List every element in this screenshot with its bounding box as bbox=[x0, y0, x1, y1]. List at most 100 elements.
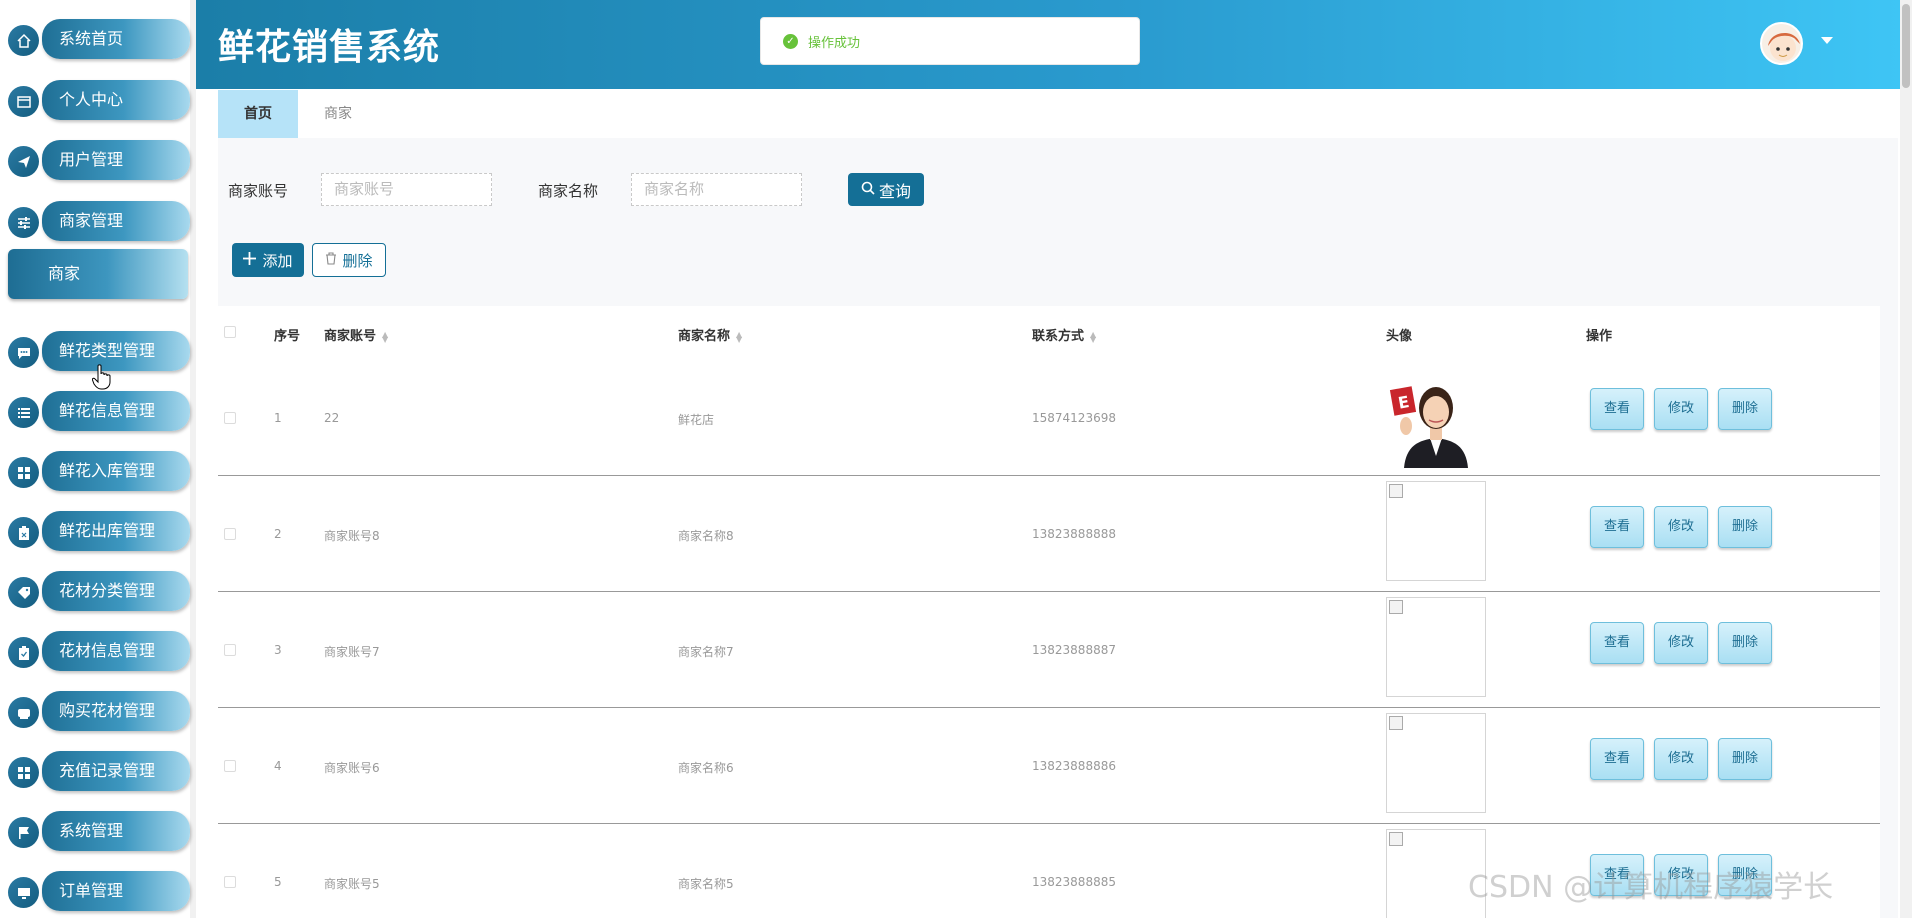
view-button[interactable]: 查看 bbox=[1590, 388, 1644, 430]
view-button[interactable]: 查看 bbox=[1590, 506, 1644, 548]
edit-button[interactable]: 修改 bbox=[1654, 506, 1708, 548]
cart-icon bbox=[8, 697, 39, 728]
sidebar-item-orders[interactable]: 订单管理 bbox=[8, 871, 190, 911]
sidebar-item-recharge[interactable]: 充值记录管理 bbox=[8, 751, 190, 791]
cell-name: 商家名称6 bbox=[678, 761, 734, 775]
sidebar-item-label: 鲜花入库管理 bbox=[42, 451, 190, 491]
tag-icon bbox=[8, 577, 39, 608]
col-index: 序号 bbox=[274, 329, 301, 344]
col-account[interactable]: 商家账号 ▲ ▼ bbox=[324, 325, 388, 344]
clipboard-check-icon bbox=[8, 637, 39, 668]
user-avatar[interactable] bbox=[1760, 22, 1803, 65]
view-button[interactable]: 查看 bbox=[1590, 738, 1644, 780]
sidebar-item-purchase[interactable]: 购买花材管理 bbox=[8, 691, 190, 731]
tab-merchant[interactable]: 商家 bbox=[324, 90, 352, 138]
add-button[interactable]: 添加 bbox=[232, 243, 304, 277]
edit-button[interactable]: 修改 bbox=[1654, 738, 1708, 780]
sidebar-item-label: 鲜花信息管理 bbox=[42, 391, 190, 431]
sidebar-item-label: 花材分类管理 bbox=[42, 571, 190, 611]
select-all-checkbox[interactable] bbox=[224, 326, 236, 338]
sidebar-item-label: 系统首页 bbox=[42, 19, 190, 59]
broken-image-icon bbox=[1389, 484, 1403, 498]
success-toast: ✓ 操作成功 bbox=[760, 17, 1140, 65]
sort-icon[interactable]: ▲ ▼ bbox=[1090, 330, 1096, 343]
chevron-down-icon[interactable] bbox=[1821, 37, 1833, 44]
watermark: CSDN @计算机程序猿学长 bbox=[1468, 870, 1834, 905]
cell-index: 1 bbox=[274, 411, 282, 425]
delete-button[interactable]: 删除 bbox=[1718, 738, 1772, 780]
row-checkbox[interactable] bbox=[224, 528, 236, 540]
cell-name: 商家名称8 bbox=[678, 529, 734, 543]
sidebar-item-label: 用户管理 bbox=[42, 140, 190, 180]
sidebar-item-label: 鲜花出库管理 bbox=[42, 511, 190, 551]
col-avatar: 头像 bbox=[1386, 329, 1413, 344]
row-checkbox[interactable] bbox=[224, 412, 236, 424]
sidebar-item-flower-in[interactable]: 鲜花入库管理 bbox=[8, 451, 190, 491]
edit-button[interactable]: 修改 bbox=[1654, 388, 1708, 430]
cell-phone: 13823888887 bbox=[1032, 643, 1116, 657]
sidebar-item-users[interactable]: 用户管理 bbox=[8, 140, 190, 180]
top-header: 鲜花销售系统 ✓ 操作成功 bbox=[196, 0, 1900, 89]
table-row: 1 22 鲜花店 15874123698 E 查看 修改 删除 bbox=[218, 360, 1880, 476]
batch-delete-button[interactable]: 删除 bbox=[312, 243, 386, 277]
row-checkbox[interactable] bbox=[224, 876, 236, 888]
row-checkbox[interactable] bbox=[224, 644, 236, 656]
sidebar-item-label: 订单管理 bbox=[42, 871, 190, 911]
sidebar-item-home[interactable]: 系统首页 bbox=[8, 19, 190, 59]
search-name-label: 商家名称 bbox=[538, 182, 599, 200]
row-checkbox[interactable] bbox=[224, 760, 236, 772]
col-ops: 操作 bbox=[1586, 329, 1613, 344]
sliders-icon bbox=[8, 207, 39, 238]
sidebar-item-label: 充值记录管理 bbox=[42, 751, 190, 791]
sidebar-item-personal[interactable]: 个人中心 bbox=[8, 80, 190, 120]
toast-message: 操作成功 bbox=[808, 35, 861, 51]
query-button-label: 查询 bbox=[878, 181, 911, 201]
search-account-label: 商家账号 bbox=[228, 182, 289, 200]
col-name[interactable]: 商家名称 ▲ ▼ bbox=[678, 325, 742, 344]
cell-name: 鲜花店 bbox=[678, 413, 715, 427]
sidebar-item-flower-info[interactable]: 鲜花信息管理 bbox=[8, 391, 190, 431]
add-button-label: 添加 bbox=[262, 251, 293, 270]
broken-image-icon bbox=[1389, 716, 1403, 730]
search-account-input[interactable] bbox=[321, 173, 492, 206]
search-name-input[interactable] bbox=[631, 173, 802, 206]
chat-icon bbox=[8, 337, 39, 368]
sidebar-item-label: 系统管理 bbox=[42, 811, 190, 851]
monitor-icon bbox=[8, 877, 39, 908]
clipboard-icon bbox=[8, 517, 39, 548]
page-scrollbar-thumb[interactable] bbox=[1902, 4, 1910, 88]
col-phone[interactable]: 联系方式 ▲ ▼ bbox=[1032, 325, 1096, 344]
cell-account: 22 bbox=[324, 411, 340, 425]
tab-bar: 首页 商家 bbox=[218, 90, 1898, 138]
sort-icon[interactable]: ▲ ▼ bbox=[382, 330, 388, 343]
sidebar-item-material-info[interactable]: 花材信息管理 bbox=[8, 631, 190, 671]
cell-name: 商家名称5 bbox=[678, 877, 734, 891]
table-row: 4 商家账号6 商家名称6 13823888886 查看 修改 删除 bbox=[218, 708, 1880, 824]
delete-button[interactable]: 删除 bbox=[1718, 506, 1772, 548]
cell-phone: 13823888886 bbox=[1032, 759, 1116, 773]
cell-phone: 13823888888 bbox=[1032, 527, 1116, 541]
sidebar-item-material-category[interactable]: 花材分类管理 bbox=[8, 571, 190, 611]
sidebar-item-flower-out[interactable]: 鲜花出库管理 bbox=[8, 511, 190, 551]
cell-index: 2 bbox=[274, 527, 282, 541]
check-icon: ✓ bbox=[783, 33, 798, 49]
sort-icon[interactable]: ▲ ▼ bbox=[736, 330, 742, 343]
merchant-avatar-image bbox=[1386, 713, 1486, 813]
sidebar-scrollbar[interactable] bbox=[190, 0, 196, 918]
edit-button[interactable]: 修改 bbox=[1654, 622, 1708, 664]
delete-button[interactable]: 删除 bbox=[1718, 622, 1772, 664]
merchant-avatar-image: E bbox=[1386, 366, 1486, 468]
col-account-label: 商家账号 bbox=[324, 329, 377, 344]
page-scrollbar[interactable] bbox=[1900, 0, 1912, 918]
cell-account: 商家账号8 bbox=[324, 529, 380, 543]
query-button[interactable]: 查询 bbox=[848, 173, 924, 206]
delete-button[interactable]: 删除 bbox=[1718, 388, 1772, 430]
view-button[interactable]: 查看 bbox=[1590, 622, 1644, 664]
sidebar-subitem-merchant[interactable]: 商家 bbox=[8, 249, 188, 299]
sidebar-item-system[interactable]: 系统管理 bbox=[8, 811, 190, 851]
tab-home[interactable]: 首页 bbox=[218, 90, 298, 138]
sidebar-item-merchants[interactable]: 商家管理 bbox=[8, 201, 190, 241]
cell-index: 5 bbox=[274, 875, 282, 889]
sidebar: 系统首页 个人中心 用户管理 商家管理 商家 鲜花类型管理 鲜花信息管理 鲜花入… bbox=[0, 0, 196, 918]
merchant-table: 序号 商家账号 ▲ ▼ 商家名称 ▲ ▼ 联系方式 ▲ ▼ 头像 操作 1 22 鲜花店 1… bbox=[218, 306, 1880, 918]
